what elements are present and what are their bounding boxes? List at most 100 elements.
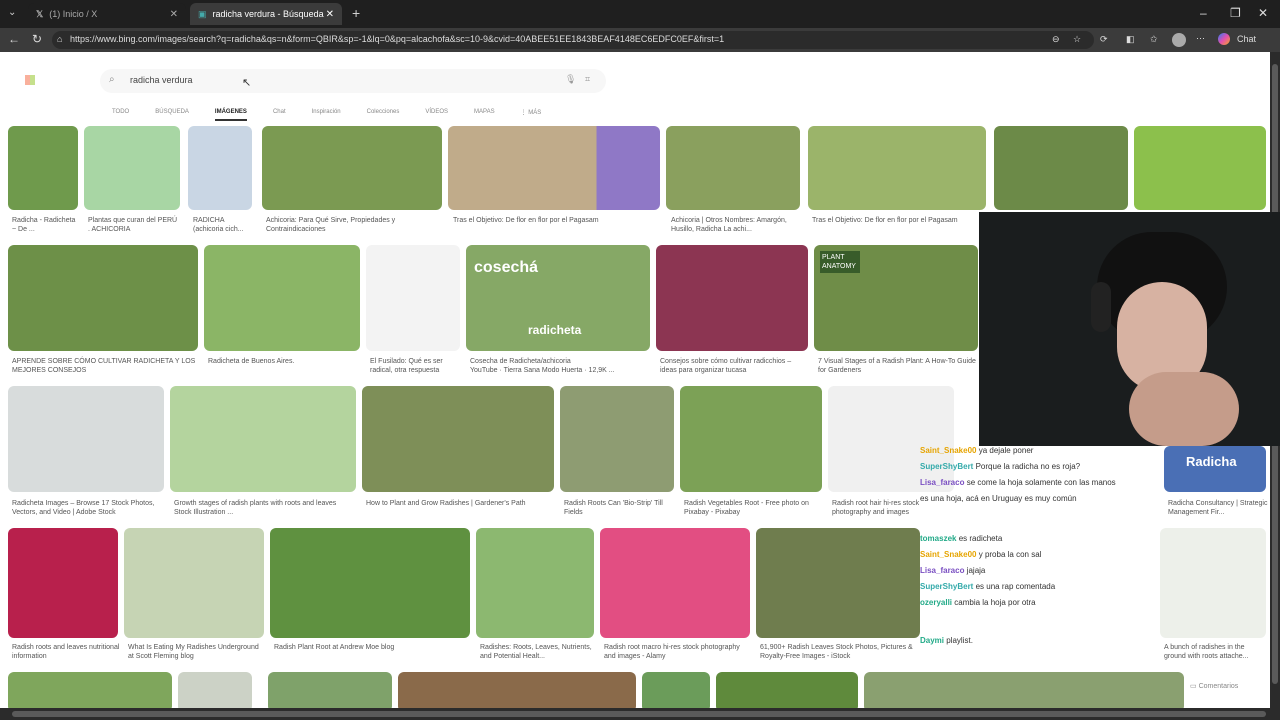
back-icon[interactable]: ← [8,32,20,46]
url-text: https://www.bing.com/images/search?q=rad… [70,34,725,44]
tab-mas[interactable]: ⋮ MÁS [521,109,542,121]
image-caption: Achicoria: Para Qué Sirve, Propiedades y… [266,217,396,233]
image-caption: Radicheta de Buenos Aires. [208,358,295,365]
image-result[interactable] [84,126,180,210]
image-result[interactable] [8,126,78,210]
tab-todo[interactable]: TODO [112,109,129,121]
image-result[interactable] [178,672,252,708]
url-field[interactable]: ⌂ https://www.bing.com/images/search?q=r… [52,31,1094,49]
image-result[interactable] [680,386,822,492]
new-tab-icon[interactable]: + [352,5,360,21]
image-result[interactable] [8,386,164,492]
site-info-icon[interactable]: ⌂ [57,34,62,44]
tab-videos[interactable]: VÍDEOS [425,109,448,121]
image-result[interactable] [204,245,360,351]
tab-colecciones[interactable]: Colecciones [367,109,400,121]
search-nav-tabs: TODO BÚSQUEDA IMÁGENES Chat Inspiración … [112,109,541,121]
maximize-icon[interactable]: ❐ [1230,6,1241,20]
image-result[interactable] [1134,126,1266,210]
stream-chat-overlay: Saint_Snake00 ya dejale poner SuperShyBe… [920,446,1180,716]
mic-icon[interactable]: 🎙 [565,74,576,85]
image-result[interactable] [124,528,264,638]
image-result[interactable] [716,672,858,708]
tab-busqueda[interactable]: BÚSQUEDA [155,109,189,121]
image-result[interactable] [8,245,198,351]
image-result[interactable] [666,126,800,210]
profile-avatar[interactable] [1172,33,1186,47]
video-title-overlay: cosechá [474,259,539,276]
chat-user: Lisa_faraco [920,566,965,575]
close-window-icon[interactable]: ✕ [1258,6,1268,20]
search-box[interactable]: ⌕ radicha verdura 🎙 ⌗ [100,69,606,93]
image-result[interactable] [8,672,172,708]
split-screen-icon[interactable]: ◧ [1126,34,1135,45]
radicha-logo-text: Radicha [1186,454,1237,469]
chat-text: ya dejale poner [978,446,1034,455]
image-result[interactable] [560,386,674,492]
image-result[interactable] [448,126,660,210]
zoom-icon[interactable]: ⊖ [1052,34,1060,45]
tab-twitter[interactable]: 𝕏 (1) Inicio / X ✕ [28,3,186,25]
image-result[interactable] [262,126,442,210]
webcam-overlay [979,212,1280,446]
copilot-chat-button[interactable]: Chat [1237,34,1256,44]
close-tab-icon[interactable]: ✕ [170,9,178,20]
video-result[interactable]: cosechá radicheta [466,245,650,351]
search-icon: ⌕ [109,74,115,85]
image-result[interactable] [656,245,808,351]
more-menu-icon[interactable]: ⋯ [1196,33,1205,44]
image-result[interactable]: PLANT ANATOMY [814,245,978,351]
chat-user: SuperShyBert [920,582,974,591]
image-caption: Radish Roots Can 'Bio-Strip' Till Fields [564,500,663,516]
image-caption: El Fusilado: Qué es ser radical, otra re… [370,358,443,374]
image-caption: Plantas que curan del PERÚ . ACHICORIA [88,217,178,233]
tab-chat[interactable]: Chat [273,109,286,121]
chat-message: Saint_Snake00 ya dejale poner [920,446,1180,462]
image-caption: Radicha - Radicheta ~ De ... [12,217,76,233]
image-result[interactable] [600,528,750,638]
chat-text: playlist. [946,636,973,645]
chat-message: Lisa_faraco se come la hoja solamente co… [920,478,1180,494]
image-result[interactable] [808,126,986,210]
close-tab-icon[interactable]: ✕ [326,9,334,20]
refresh-icon[interactable]: ↻ [32,32,42,46]
image-result[interactable] [366,245,460,351]
image-result[interactable] [188,126,252,210]
favorites-icon[interactable]: ✩ [1150,34,1158,45]
tab-inspiracion[interactable]: Inspiración [312,109,341,121]
image-result[interactable] [170,386,356,492]
chat-message: Lisa_faraco jajaja [920,566,1180,582]
image-caption: 7 Visual Stages of a Radish Plant: A How… [818,358,976,374]
image-result[interactable] [270,528,470,638]
tab-imagenes[interactable]: IMÁGENES [214,109,247,121]
tab-bing[interactable]: ▣ radicha verdura - Búsqueda Imág ✕ [190,3,342,25]
image-result[interactable] [476,528,594,638]
video-subtitle-overlay: radicheta [528,323,582,337]
visual-search-icon[interactable]: ⌗ [585,74,590,85]
image-result[interactable] [362,386,554,492]
favorite-star-icon[interactable]: ☆ [1073,34,1081,45]
tab-label: (1) Inicio / X [49,9,98,19]
comments-button[interactable]: ▭ Comentarios [1190,682,1238,690]
chat-text: Porque la radicha no es roja? [975,462,1081,471]
image-result[interactable] [8,528,118,638]
comments-label: Comentarios [1198,683,1239,690]
chat-user: Saint_Snake00 [920,550,977,559]
bing-logo-icon[interactable] [25,75,35,85]
image-result[interactable] [268,672,392,708]
chat-text: es radicheta [958,534,1003,543]
copilot-icon[interactable] [1218,33,1230,45]
tab-list-icon[interactable]: ⌄ [8,7,16,18]
search-input[interactable]: radicha verdura [130,75,193,85]
tab-mapas[interactable]: MAPAS [474,109,495,121]
image-result[interactable] [398,672,636,708]
image-caption: Cosecha de Radicheta/achicoria [470,358,571,365]
chat-user: Lisa_faraco [920,478,965,487]
minimize-icon[interactable]: – [1200,6,1207,20]
image-result[interactable] [642,672,710,708]
image-result[interactable] [756,528,920,638]
image-result[interactable] [994,126,1128,210]
extensions-icon[interactable]: ⟳ [1100,34,1108,45]
chat-text: se come la hoja solamente con las manos [966,478,1116,487]
video-meta: YouTube · Tierra Sana Modo Huerta · 12,9… [470,367,615,374]
